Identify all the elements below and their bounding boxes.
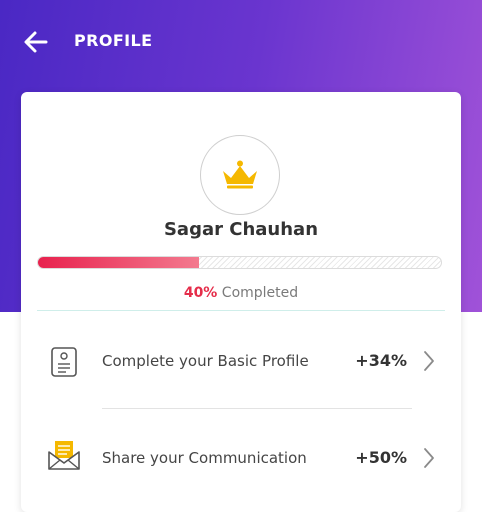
section-divider [37, 310, 445, 311]
row-divider [102, 408, 412, 409]
progress-text: 40% Completed [21, 285, 461, 301]
page-title: PROFILE [74, 31, 153, 50]
arrow-left-icon [24, 31, 48, 53]
task-bonus: +50% [355, 448, 407, 467]
task-bonus: +34% [355, 351, 407, 370]
document-icon [51, 347, 77, 377]
progress-suffix: Completed [217, 285, 299, 301]
progress-fill [38, 257, 200, 268]
chevron-right-icon [424, 448, 434, 468]
chevron-right-icon [424, 351, 434, 371]
progress-percent: 40% [183, 285, 218, 301]
task-row-basic-profile[interactable]: Complete your Basic Profile +34% [21, 321, 461, 403]
envelope-icon [48, 441, 80, 470]
top-bar: PROFILE [0, 0, 482, 86]
user-name: Sagar Chauhan [163, 219, 319, 240]
back-button[interactable] [22, 28, 50, 56]
task-label: Share your Communication [102, 449, 307, 467]
crown-icon [223, 160, 257, 189]
profile-card: Sagar Chauhan 40% Completed Complete you… [21, 92, 461, 512]
profile-progress-bar [37, 256, 442, 269]
avatar [200, 135, 280, 215]
task-label: Complete your Basic Profile [102, 352, 309, 370]
task-row-communication[interactable]: Share your Communication +50% [21, 418, 461, 500]
